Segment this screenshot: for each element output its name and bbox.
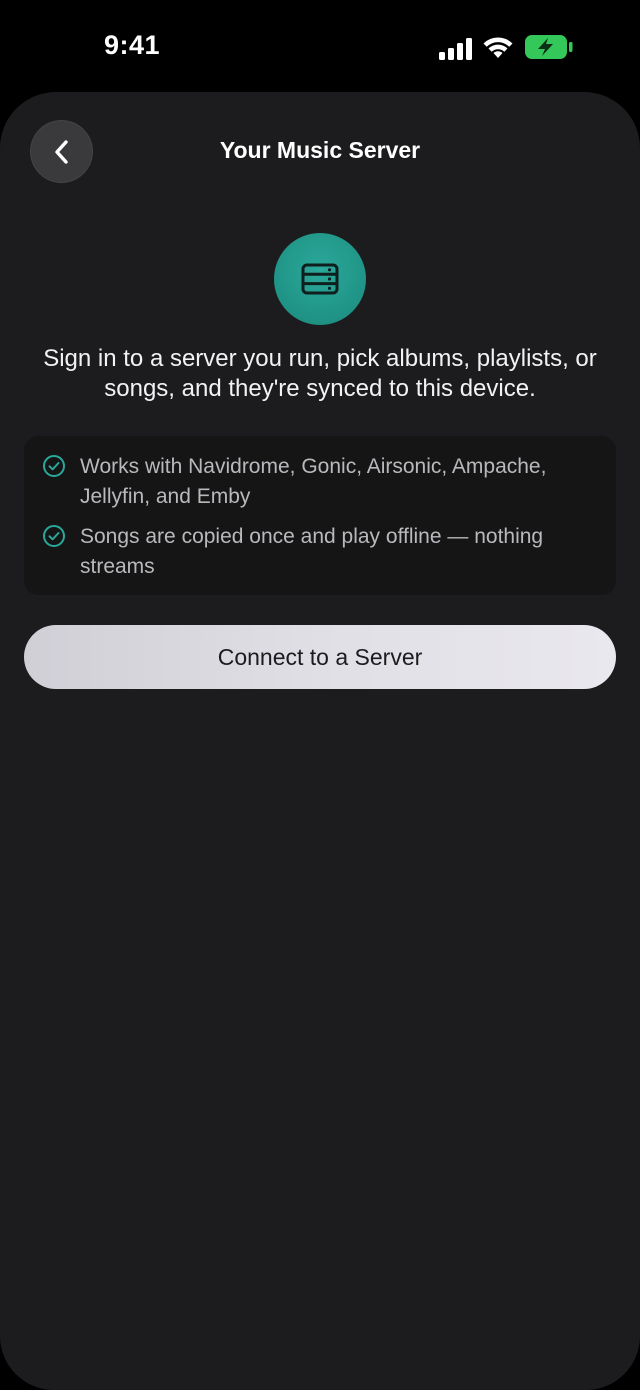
- status-bar: 9:41: [0, 0, 640, 92]
- check-circle-icon: [43, 525, 65, 547]
- features-card: Works with Navidrome, Gonic, Airsonic, A…: [24, 436, 616, 595]
- battery-charging-icon: [525, 35, 573, 59]
- server-badge: [274, 233, 366, 325]
- feature-text: Songs are copied once and play offline —…: [80, 525, 544, 578]
- signal-icon: [439, 38, 472, 60]
- status-time: 9:41: [104, 30, 161, 60]
- check-circle-icon: [43, 455, 65, 477]
- intro-text: Sign in to a server you run, pick albums…: [43, 345, 597, 402]
- page-title: Your Music Server: [219, 137, 421, 163]
- server-icon: [301, 263, 339, 295]
- connect-server-button[interactable]: Connect to a Server: [24, 625, 616, 689]
- main-sheet: Your Music Server Sign in to a server yo…: [0, 92, 640, 1390]
- feature-item: Works with Navidrome, Gonic, Airsonic, A…: [42, 452, 602, 512]
- wifi-icon: [483, 37, 513, 58]
- feature-item: Songs are copied once and play offline —…: [42, 522, 602, 582]
- feature-text: Works with Navidrome, Gonic, Airsonic, A…: [80, 455, 547, 508]
